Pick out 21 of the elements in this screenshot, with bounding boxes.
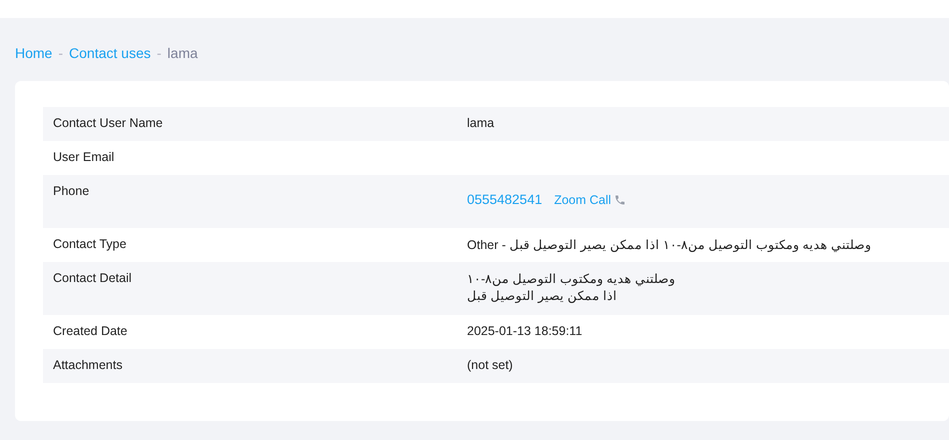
field-label: User Email [52,150,116,166]
field-value: (not set) [467,358,513,372]
field-label: Contact User Name [52,116,164,132]
breadcrumb-separator: - [58,45,64,61]
phone-icon [614,194,626,206]
field-value: Other - وصلتني هديه ومكتوب التوصيل من٨-١٠ اذا ممكن يصير التوصيل قبل [467,237,871,252]
field-label: Phone [52,184,90,200]
phone-link[interactable]: 0555482541 [467,192,542,207]
field-label: Created Date [52,324,128,340]
zoom-call-link[interactable]: Zoom Call [554,192,626,206]
field-label: Contact Detail [52,271,133,287]
field-value: وصلتني هديه ومكتوب التوصيل من٨-١٠ [467,271,676,286]
field-value: lama [467,116,494,130]
breadcrumb-separator: - [156,45,162,61]
field-value: اذا ممكن يصير التوصيل قبل [467,288,617,303]
breadcrumb-link[interactable]: Contact uses [69,45,151,61]
field-label: Contact Type [52,237,128,253]
field-value: 2025-01-13 18:59:11 [467,324,582,338]
breadcrumb-current: lama [167,45,198,61]
field-label: Attachments [52,358,124,374]
breadcrumb-link[interactable]: Home [15,45,52,61]
